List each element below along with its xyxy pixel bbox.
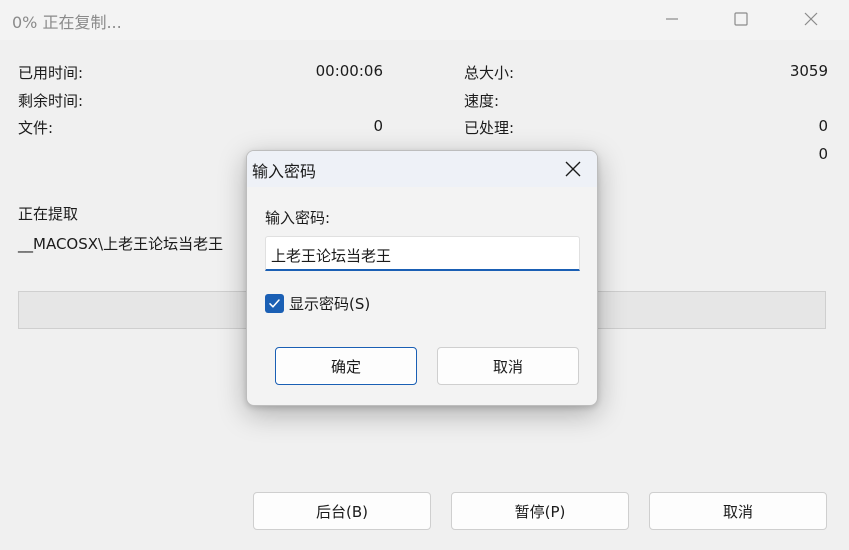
total-size-label: 总大小:: [464, 64, 515, 82]
minimize-button[interactable]: [637, 0, 707, 38]
elapsed-time-value: 00:00:06: [315, 62, 383, 80]
cancel-button[interactable]: 取消: [649, 492, 827, 530]
copy-progress-window: 0% 正在复制... 已用时间: 00:00:06 剩余时间: 文件: 0 总大…: [0, 0, 849, 550]
minimize-icon: [666, 18, 678, 20]
checkbox-box[interactable]: [265, 294, 284, 313]
password-input[interactable]: [265, 236, 580, 271]
speed-label: 速度:: [464, 92, 500, 110]
remaining-time-label: 剩余时间:: [18, 92, 84, 110]
title-bar[interactable]: 0% 正在复制...: [0, 0, 849, 40]
extract-status-label: 正在提取: [18, 205, 79, 223]
window-title: 0% 正在复制...: [12, 13, 122, 32]
dialog-cancel-button[interactable]: 取消: [437, 347, 579, 385]
processed-label: 已处理:: [464, 119, 515, 137]
compressed-size-value: 0: [818, 145, 828, 163]
dialog-title-bar[interactable]: 输入密码: [247, 151, 597, 187]
show-password-label: 显示密码(S): [289, 295, 371, 313]
close-button[interactable]: [776, 0, 846, 38]
dialog-title: 输入密码: [252, 162, 317, 181]
total-size-value: 3059: [789, 62, 828, 80]
maximize-button[interactable]: [706, 0, 776, 38]
maximize-icon: [734, 12, 748, 26]
checkmark-icon: [269, 299, 280, 308]
close-icon: [804, 12, 818, 26]
ok-button[interactable]: 确定: [275, 347, 417, 385]
show-password-checkbox[interactable]: 显示密码(S): [265, 293, 370, 314]
password-dialog: 输入密码 输入密码: 显示密码(S) 确定 取消: [246, 150, 598, 406]
files-label: 文件:: [18, 119, 54, 137]
close-icon: [565, 161, 581, 177]
pause-button[interactable]: 暂停(P): [451, 492, 629, 530]
dialog-close-button[interactable]: [553, 153, 593, 185]
current-file-path: __MACOSX\上老王论坛当老王: [18, 235, 224, 253]
password-field-label: 输入密码:: [265, 209, 331, 227]
processed-value: 0: [818, 117, 828, 135]
elapsed-time-label: 已用时间:: [18, 64, 84, 82]
files-value: 0: [373, 117, 383, 135]
background-button[interactable]: 后台(B): [253, 492, 431, 530]
